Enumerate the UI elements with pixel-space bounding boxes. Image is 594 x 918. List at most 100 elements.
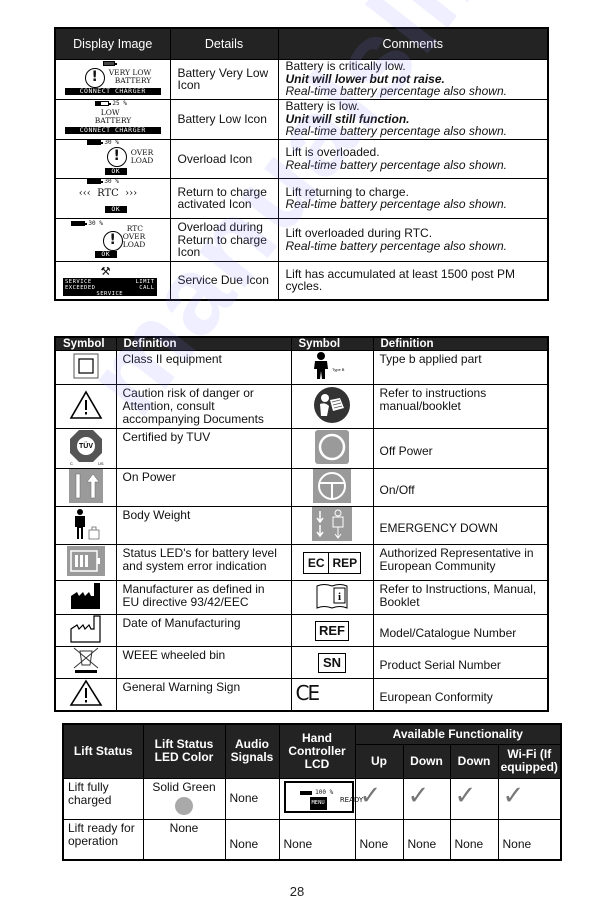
lcd-low-battery: 25 % LOW BATTERY CONNECT CHARGER <box>63 100 163 136</box>
led-color-cell: Solid Green <box>142 777 226 820</box>
header-lift-status: Lift Status <box>62 723 144 779</box>
rtc-arrows-text: ‹‹‹ RTC ››› <box>78 188 138 199</box>
table-row: Manufacturer as defined in EU directive … <box>54 580 549 615</box>
definition-text: Class II equipment <box>115 350 292 385</box>
page-number: 28 <box>289 884 305 899</box>
definition-text: Model/Catalogue Number <box>372 614 549 647</box>
comment-text: Battery is critically low. <box>285 59 406 74</box>
lcd-text: LOAD <box>130 155 154 165</box>
header-wifi: Wi-Fi (If equipped) <box>497 743 562 779</box>
display-image-cell: 25 % LOW BATTERY CONNECT CHARGER <box>54 98 171 140</box>
caution-triangle-icon <box>69 390 103 419</box>
table-header-row: Symbol Definition Symbol Definition <box>54 336 549 351</box>
table-row: 30 % ‹‹‹ RTC ››› OK Return to charge act… <box>54 178 549 219</box>
comment-italic: Real-time battery percentage also shown. <box>285 124 507 139</box>
battery-empty-icon <box>102 60 117 67</box>
lcd-ready-display: 100 % READY MENU <box>283 781 363 813</box>
header-definition: Definition <box>372 336 549 351</box>
table-row: TÜV C US Certified by TUV Off Power <box>54 428 549 469</box>
header-symbol: Symbol <box>54 336 117 351</box>
table-row: Body Weight EMERGENCY DOWN <box>54 506 549 545</box>
definition-text: Date of Manufacturing <box>115 614 292 647</box>
service-limit-bar: SERVICE LIMIT EXCEEDED CALL SERVICE <box>62 278 157 297</box>
warning-circle-icon: ! <box>84 67 105 88</box>
lift-status-cell: Lift fully charged <box>62 777 144 820</box>
definition-text: Product Serial Number <box>372 646 549 679</box>
body-weight-icon <box>74 509 100 540</box>
svg-text:US: US <box>98 461 104 465</box>
header-hand-controller-lcd: Hand Controller LCD <box>278 723 356 779</box>
table-row: 30 % ! RTC OVER LOAD OK Overload during … <box>54 217 549 262</box>
table-row: Date of Manufacturing REF Model/Catalogu… <box>54 614 549 647</box>
header-comments: Comments <box>277 27 549 60</box>
instructions-info-icon: i <box>316 584 348 609</box>
display-image-cell: 30 % ! OVER LOAD OK <box>54 138 171 179</box>
comment-italic: Real-time battery percentage also shown. <box>285 157 507 172</box>
comments-cell: Lift is overloaded. Real-time battery pe… <box>277 138 549 179</box>
tuv-certified-icon: TÜV C US <box>69 430 104 466</box>
definition-text: Refer to instructions manual/booklet <box>372 384 549 429</box>
table-header-row: Display Image Details Comments <box>54 27 549 60</box>
function-down-cell: None <box>402 818 451 861</box>
lcd-text: READY <box>339 796 364 804</box>
header-display-image: Display Image <box>54 27 171 60</box>
header-down: Down <box>449 743 499 779</box>
definition-text: Certified by TUV <box>115 428 292 469</box>
warning-circle-icon: ! <box>106 146 127 167</box>
audio-cell: None <box>224 818 280 861</box>
function-wifi-cell: ✓ <box>497 777 562 820</box>
lift-status-table: Lift Status Lift Status LED Color Audio … <box>62 723 562 861</box>
definition-text: On/Off <box>372 468 549 507</box>
definition-text: Refer to Instructions, Manual, Booklet <box>372 580 549 615</box>
definition-text: On Power <box>115 468 292 507</box>
off-power-icon <box>315 430 349 464</box>
status-led-battery-icon <box>66 546 105 576</box>
definition-text: Status LED's for battery level and syste… <box>115 544 292 581</box>
table-row: Caution risk of danger or Attention, con… <box>54 384 549 429</box>
comment-italic: Real-time battery percentage also shown. <box>285 84 507 99</box>
table-row: Lift ready for operation None None None … <box>62 818 562 861</box>
function-up-cell: None <box>354 818 404 861</box>
comments-cell: Lift overloaded during RTC. Real-time ba… <box>277 217 549 262</box>
svg-text:i: i <box>338 591 341 603</box>
header-available-functionality: Available Functionality <box>354 723 562 745</box>
warning-circle-icon: ! <box>102 230 123 251</box>
table-row: 25 % LOW BATTERY CONNECT CHARGER Battery… <box>54 98 549 140</box>
definition-text: Caution risk of danger or Attention, con… <box>115 384 292 429</box>
lcd-menu-label: MENU <box>309 797 327 810</box>
table-row: Class II equipment Type B Type b applied… <box>54 350 549 385</box>
details-cell: Battery Very Low Icon <box>169 58 279 100</box>
definition-text: EMERGENCY DOWN <box>372 506 549 545</box>
header-symbol: Symbol <box>290 336 374 351</box>
comment-italic: Real-time battery percentage also shown. <box>285 238 507 253</box>
lcd-text: BATTERY <box>114 75 152 85</box>
lcd-text: LOAD <box>122 239 146 249</box>
display-icons-table: Display Image Details Comments ! VERY LO… <box>54 27 549 301</box>
details-cell: Return to charge activated Icon <box>169 178 279 219</box>
comment-text: Lift is overloaded. <box>285 145 380 160</box>
manufacturer-icon <box>70 583 100 609</box>
battery-icon: 30 % <box>70 220 103 227</box>
table-header-row: Lift Status Lift Status LED Color Audio … <box>62 723 562 779</box>
header-up: Up <box>354 743 404 779</box>
header-definition: Definition <box>115 336 292 351</box>
definition-text: Body Weight <box>115 506 292 545</box>
header-details: Details <box>169 27 279 60</box>
table-row: General Warning Sign CE European Conform… <box>54 678 549 712</box>
table-row: 30 % ! OVER LOAD OK Overload Icon Lift i… <box>54 138 549 179</box>
details-cell: Battery Low Icon <box>169 98 279 140</box>
definition-text: Authorized Representative in European Co… <box>372 544 549 581</box>
ec-rep-icon: EC REP <box>302 551 362 574</box>
lcd-text: BATTERY <box>94 115 132 125</box>
comment-italic: Real-time battery percentage also shown. <box>285 197 507 212</box>
comments-cell: Lift returning to charge. Real-time batt… <box>277 178 549 219</box>
lcd-very-low-battery: ! VERY LOW BATTERY CONNECT CHARGER <box>63 60 163 96</box>
lift-status-cell: Lift ready for operation <box>62 818 144 861</box>
definition-text: Type b applied part <box>372 350 549 385</box>
table-row: ⚒ SERVICE LIMIT EXCEEDED CALL SERVICE Se… <box>54 261 549 300</box>
table-row: Status LED's for battery level and syste… <box>54 544 549 581</box>
date-of-manufacture-icon <box>70 615 101 643</box>
type-b-applied-part-icon: Type B <box>314 352 345 379</box>
led-color-text: Solid Green <box>152 779 216 794</box>
header-led-color: Lift Status LED Color <box>142 723 226 779</box>
